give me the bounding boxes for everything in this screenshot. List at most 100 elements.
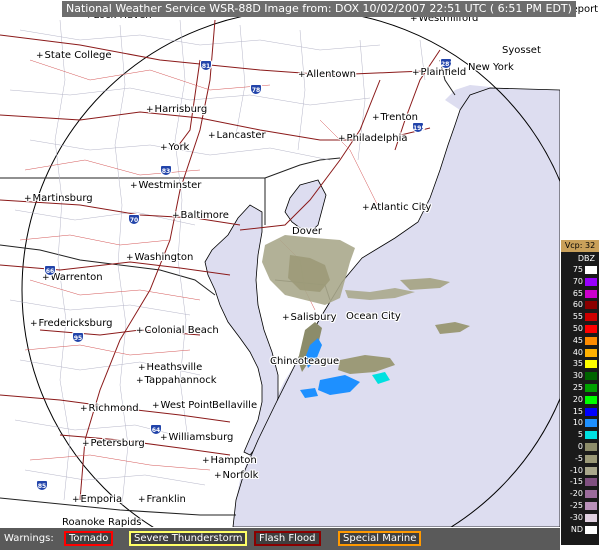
city-label: +Tappahannock [136, 375, 217, 386]
legend-color-swatch [585, 301, 597, 310]
legend-value-label: -30 [569, 512, 583, 522]
legend-value-label: 50 [572, 324, 583, 333]
legend-color-swatch [585, 360, 597, 369]
legend-row: -15 [561, 477, 599, 487]
legend-color-swatch [585, 372, 597, 381]
radar-page: +Lock Haven +Westmilford Bridgeport +Sta… [0, 0, 600, 550]
city-label: +Emporia [72, 494, 123, 505]
city-label: +Plainfield [412, 67, 467, 78]
legend-color-swatch [585, 466, 597, 475]
legend-row: ND [561, 525, 599, 535]
legend-value-label: 10 [572, 418, 583, 428]
city-label: +Petersburg [82, 438, 145, 449]
legend-color-swatch [585, 502, 597, 510]
city-label: New York [468, 62, 514, 73]
city-label: +Richmond [80, 403, 139, 414]
reflectivity-legend: Vcp: 32 DBZ 75 70 65 60 55 50 45 40 35 30 25 20 15 10… [561, 240, 599, 545]
legend-value-label: -15 [569, 477, 583, 487]
legend-row: 40 [561, 348, 599, 358]
legend-value-label: 5 [577, 430, 583, 440]
legend-color-swatch [585, 325, 597, 333]
warning-tornado-button[interactable]: Tornado [64, 531, 114, 546]
legend-value-label: 40 [572, 347, 583, 357]
legend-value-label: 20 [572, 394, 583, 404]
legend-value-label: 0 [577, 442, 583, 451]
warning-special-marine-button[interactable]: Special Marine [338, 531, 422, 546]
legend-row: 25 [561, 383, 599, 393]
legend-value-label: 60 [572, 300, 583, 310]
city-label: +Trenton [372, 112, 418, 123]
city-label: +Martinsburg [24, 193, 93, 204]
legend-row: 45 [561, 336, 599, 346]
legend-value-label: 65 [572, 288, 583, 298]
legend-color-swatch [585, 478, 597, 487]
city-label: +Norfolk [214, 470, 259, 481]
legend-value-label: -25 [569, 501, 583, 510]
city-label: +Hampton [202, 455, 257, 466]
legend-value-label: 70 [572, 276, 583, 286]
legend-row: 65 [561, 289, 599, 299]
city-label: +West Point [152, 400, 214, 411]
legend-value-label: 15 [572, 406, 583, 416]
legend-color-swatch [585, 277, 597, 286]
legend-color-swatch [585, 384, 597, 392]
legend-row: 75 [561, 265, 599, 275]
legend-row: -10 [561, 466, 599, 476]
city-label: +York [160, 142, 190, 153]
legend-color-swatch [585, 513, 597, 522]
legend-value-label: -20 [569, 489, 583, 499]
vcp-label: Vcp: 32 [561, 240, 599, 252]
city-label: Bellaville [212, 400, 258, 411]
city-label: +Fredericksburg [30, 318, 113, 329]
city-label: +Salisbury [282, 312, 337, 323]
highway-shield: 287 [440, 58, 454, 69]
legend-color-swatch [585, 525, 597, 534]
legend-color-swatch [585, 490, 597, 499]
legend-value-label: -10 [569, 465, 583, 475]
legend-row: 30 [561, 371, 599, 381]
city-label: +Harrisburg [146, 104, 208, 115]
legend-row: 0 [561, 442, 599, 452]
city-label: Chincoteague [270, 356, 340, 367]
legend-color-swatch [585, 431, 597, 440]
city-label: Syosset [502, 45, 541, 56]
legend-row: 60 [561, 300, 599, 310]
legend-row: -25 [561, 501, 599, 511]
legend-row: 5 [561, 430, 599, 440]
legend-row: 70 [561, 277, 599, 287]
city-label: +Allentown [298, 69, 356, 80]
legend-value-label: -5 [575, 453, 583, 463]
warning-severe-thunderstorm-button[interactable]: Severe Thunderstorm [129, 531, 248, 546]
city-label: +Washington [126, 252, 194, 263]
legend-value-label: 35 [572, 359, 583, 369]
legend-color-swatch [585, 289, 597, 298]
city-label: +Williamsburg [160, 432, 234, 443]
radar-map: +Lock Haven +Westmilford Bridgeport +Sta… [0, 0, 598, 550]
legend-value-label: 75 [572, 265, 583, 274]
city-label: +State College [36, 50, 112, 61]
legend-value-label: 55 [572, 312, 583, 322]
legend-row: -30 [561, 513, 599, 523]
city-label: +Lancaster [208, 130, 266, 141]
legend-row: 20 [561, 395, 599, 405]
highway-shield: 195 [412, 122, 426, 133]
legend-value-label: 45 [572, 335, 583, 345]
legend-color-swatch [585, 443, 597, 451]
legend-value-label: 25 [572, 383, 583, 392]
city-label: Ocean City [346, 311, 401, 322]
legend-color-swatch [585, 419, 597, 428]
city-label: +Heathsville [138, 362, 203, 373]
city-label: +Westminster [130, 180, 202, 191]
warnings-label: Warnings: [4, 533, 54, 544]
legend-row: 15 [561, 407, 599, 417]
legend-color-swatch [585, 348, 597, 357]
city-label: +Philadelphia [338, 133, 408, 144]
legend-value-label: ND [570, 524, 583, 534]
legend-color-swatch [585, 407, 597, 416]
warning-flash-flood-button[interactable]: Flash Flood [254, 531, 321, 546]
image-title: National Weather Service WSR-88D Image f… [62, 1, 576, 17]
legend-row: 55 [561, 312, 599, 322]
legend-color-swatch [585, 266, 597, 274]
city-label: +Franklin [138, 494, 186, 505]
city-label: Dover [292, 226, 322, 237]
